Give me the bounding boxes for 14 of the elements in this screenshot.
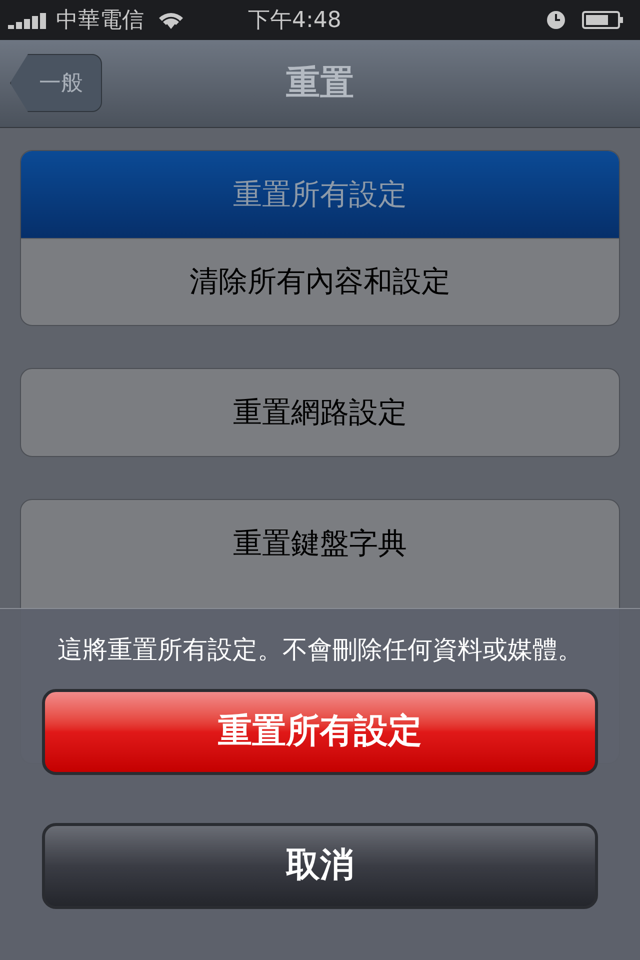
settings-row[interactable]: 重置鍵盤字典 (21, 500, 619, 587)
settings-row[interactable]: 重置所有設定 (21, 151, 619, 238)
reset-button[interactable]: 重置所有設定 (42, 688, 598, 774)
carrier-label: 中華電信 (56, 6, 144, 34)
nav-title: 重置 (286, 62, 354, 105)
clock-icon (546, 10, 566, 30)
back-button[interactable]: 一般 (10, 54, 102, 112)
cancel-button[interactable]: 取消 (42, 822, 598, 908)
status-time: 下午4:48 (248, 6, 342, 34)
settings-row[interactable]: 清除所有內容和設定 (21, 238, 619, 325)
battery-icon (582, 10, 624, 30)
signal-icon (8, 11, 48, 29)
action-sheet-message: 這將重置所有設定。不會刪除任何資料或媒體。 (58, 634, 582, 666)
settings-row[interactable]: 重置網路設定 (21, 369, 619, 456)
